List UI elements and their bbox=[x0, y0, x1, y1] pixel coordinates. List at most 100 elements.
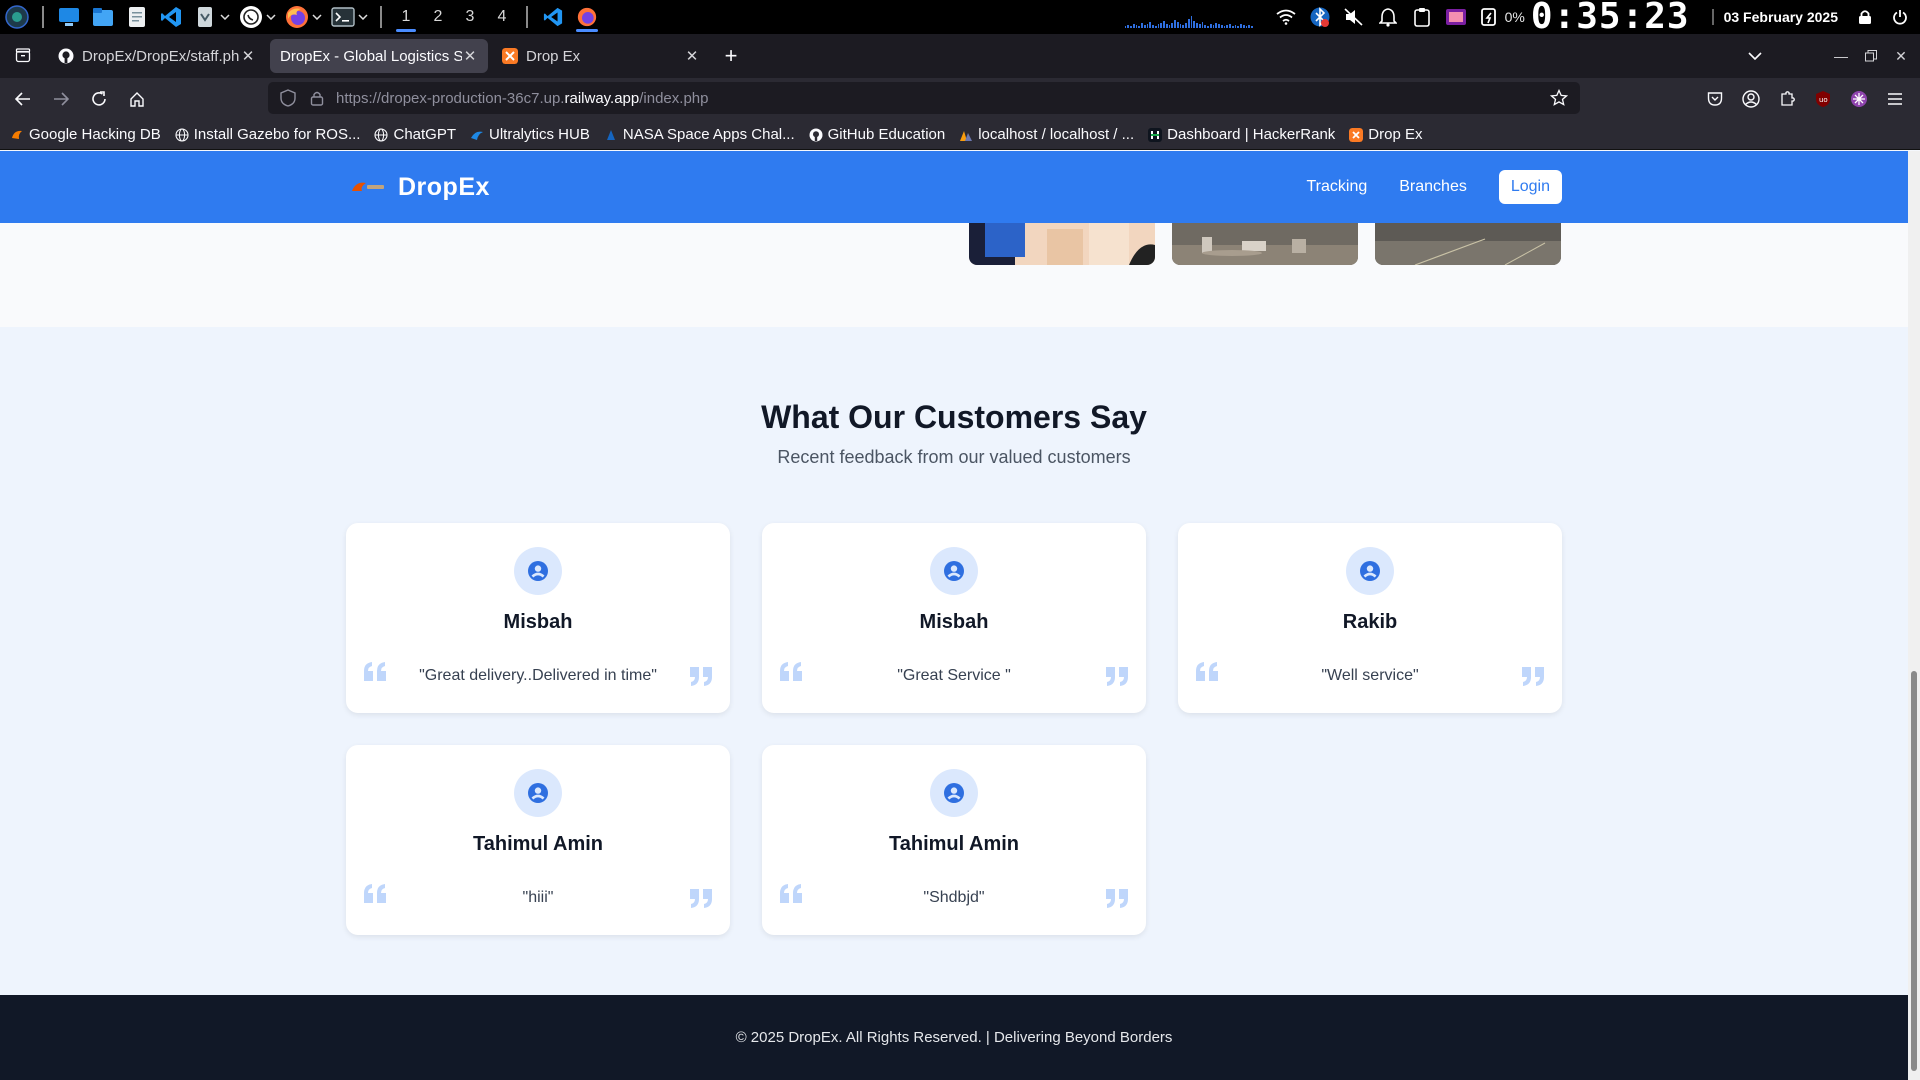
tab-dropex-active[interactable]: DropEx - Global Logistics Solutions ✕ bbox=[270, 39, 488, 73]
workspace-4[interactable]: 4 bbox=[486, 0, 518, 34]
network-activity-bar bbox=[1138, 26, 1141, 28]
document-viewer-icon[interactable] bbox=[192, 4, 218, 30]
menu-icon[interactable] bbox=[1878, 82, 1912, 116]
network-activity-bar bbox=[1149, 22, 1152, 28]
network-activity-bar bbox=[1193, 21, 1196, 28]
network-activity-bar bbox=[1152, 25, 1154, 28]
hackerrank-icon bbox=[1148, 127, 1163, 142]
page-scrollbar[interactable] bbox=[1908, 151, 1920, 1080]
forward-arrow-icon[interactable] bbox=[44, 82, 78, 116]
minimize-window-button[interactable]: — bbox=[1826, 41, 1856, 71]
bookmark-hackerrank[interactable]: Dashboard | HackerRank bbox=[1148, 126, 1335, 143]
brand[interactable]: DropEx bbox=[350, 151, 490, 223]
bookmark-nasa-space-apps[interactable]: NASA Space Apps Chal... bbox=[604, 126, 795, 143]
workspace-3[interactable]: 3 bbox=[454, 0, 486, 34]
ublock-icon[interactable]: uo bbox=[1806, 82, 1840, 116]
shield-icon[interactable] bbox=[280, 89, 296, 107]
phpmyadmin-icon bbox=[960, 130, 973, 141]
address-bar[interactable]: https://dropex-production-36c7.up.railwa… bbox=[268, 82, 1580, 114]
site-nav: Tracking Branches Login bbox=[1274, 151, 1562, 223]
extensions-icon[interactable] bbox=[1770, 82, 1804, 116]
close-icon[interactable]: ✕ bbox=[240, 48, 256, 65]
lock-icon[interactable] bbox=[1853, 5, 1877, 29]
os-separator bbox=[380, 6, 382, 28]
battery-icon[interactable] bbox=[1478, 5, 1502, 29]
lock-icon[interactable] bbox=[310, 90, 324, 106]
chevron-down-icon[interactable] bbox=[312, 12, 322, 22]
tab-groups-icon[interactable] bbox=[6, 39, 40, 73]
back-arrow-icon[interactable] bbox=[6, 82, 40, 116]
pocket-icon[interactable] bbox=[1698, 82, 1732, 116]
running-vscode-icon[interactable] bbox=[536, 0, 570, 34]
network-activity-bar bbox=[1135, 25, 1138, 28]
list-all-tabs-icon[interactable] bbox=[1740, 41, 1770, 71]
url-text[interactable]: https://dropex-production-36c7.up.railwa… bbox=[336, 90, 1550, 107]
xampp-icon bbox=[502, 48, 518, 64]
close-icon[interactable]: ✕ bbox=[462, 48, 478, 65]
nav-branches-link[interactable]: Branches bbox=[1399, 178, 1467, 196]
reload-icon[interactable] bbox=[82, 82, 116, 116]
bookmark-phpmyadmin[interactable]: localhost / localhost / ... bbox=[959, 126, 1134, 143]
workspace-2[interactable]: 2 bbox=[422, 0, 454, 34]
restore-window-button[interactable] bbox=[1856, 41, 1886, 71]
avatar bbox=[514, 547, 562, 595]
network-activity-bar bbox=[1146, 24, 1149, 28]
close-window-button[interactable]: ✕ bbox=[1886, 41, 1916, 71]
desktop-icon[interactable] bbox=[56, 4, 82, 30]
ultralytics-icon bbox=[471, 131, 484, 140]
bookmark-chatgpt[interactable]: ChatGPT bbox=[374, 126, 456, 143]
network-activity-bar bbox=[1124, 26, 1127, 28]
clipboard-icon[interactable] bbox=[1410, 5, 1434, 29]
xampp-icon bbox=[1349, 127, 1364, 142]
testimonial-card: Misbah "Great Service " bbox=[762, 523, 1146, 713]
bookmark-ultralytics-hub[interactable]: Ultralytics HUB bbox=[470, 126, 590, 143]
network-activity-bar bbox=[1231, 26, 1234, 28]
chevron-down-icon[interactable] bbox=[220, 12, 230, 22]
text-editor-icon[interactable] bbox=[124, 4, 150, 30]
workspace-1[interactable]: 1 bbox=[390, 0, 422, 34]
bookmark-google-hacking-db[interactable]: Google Hacking DB bbox=[10, 126, 161, 143]
wifi-icon[interactable] bbox=[1274, 5, 1298, 29]
power-icon[interactable] bbox=[1888, 5, 1912, 29]
chevron-down-icon[interactable] bbox=[358, 12, 368, 22]
file-manager-icon[interactable] bbox=[90, 4, 116, 30]
whatsapp-icon[interactable] bbox=[238, 4, 264, 30]
network-activity-bar bbox=[1240, 24, 1242, 28]
tab-drop-ex[interactable]: Drop Ex ✕ bbox=[492, 39, 710, 73]
terminal-icon[interactable] bbox=[330, 4, 356, 30]
os-separator bbox=[526, 6, 528, 28]
bookmark-install-gazebo[interactable]: Install Gazebo for ROS... bbox=[175, 126, 360, 143]
launcher-icon[interactable] bbox=[4, 4, 30, 30]
bluetooth-icon[interactable] bbox=[1308, 5, 1332, 29]
vscode-icon[interactable] bbox=[158, 4, 184, 30]
notification-bell-icon[interactable] bbox=[1376, 5, 1400, 29]
customer-quote: "Great Service " bbox=[897, 667, 1011, 684]
tab-github-staff[interactable]: DropEx/DropEx/staff.php ✕ bbox=[48, 39, 266, 73]
customer-name: Misbah bbox=[503, 611, 573, 633]
home-icon[interactable] bbox=[120, 82, 154, 116]
volume-muted-icon[interactable] bbox=[1342, 5, 1366, 29]
url-domain: railway.app bbox=[564, 89, 640, 107]
close-icon[interactable]: ✕ bbox=[684, 48, 700, 65]
running-firefox-icon[interactable] bbox=[570, 0, 604, 34]
scrollbar-thumb[interactable] bbox=[1911, 671, 1917, 1071]
chevron-down-icon[interactable] bbox=[266, 12, 276, 22]
bookmark-star-icon[interactable] bbox=[1550, 89, 1568, 107]
network-activity-bar bbox=[1190, 16, 1193, 28]
network-activity-bar bbox=[1242, 25, 1245, 28]
firefox-icon[interactable] bbox=[284, 4, 310, 30]
bookmark-drop-ex[interactable]: Drop Ex bbox=[1349, 126, 1422, 143]
screen-recorder-icon[interactable] bbox=[1444, 5, 1468, 29]
network-activity-bar bbox=[1179, 24, 1182, 28]
login-button[interactable]: Login bbox=[1498, 170, 1562, 204]
user-circle-icon bbox=[944, 561, 964, 581]
account-icon[interactable] bbox=[1734, 82, 1768, 116]
nav-tracking-link[interactable]: Tracking bbox=[1306, 178, 1367, 196]
network-activity-bar bbox=[1218, 24, 1220, 28]
extension-purple-icon[interactable] bbox=[1842, 82, 1876, 116]
bookmark-github-education[interactable]: GitHub Education bbox=[809, 126, 945, 143]
network-activity-bar bbox=[1174, 20, 1176, 28]
bookmark-label: localhost / localhost / ... bbox=[978, 126, 1135, 143]
os-separator bbox=[42, 6, 44, 28]
new-tab-button[interactable]: + bbox=[716, 41, 746, 71]
